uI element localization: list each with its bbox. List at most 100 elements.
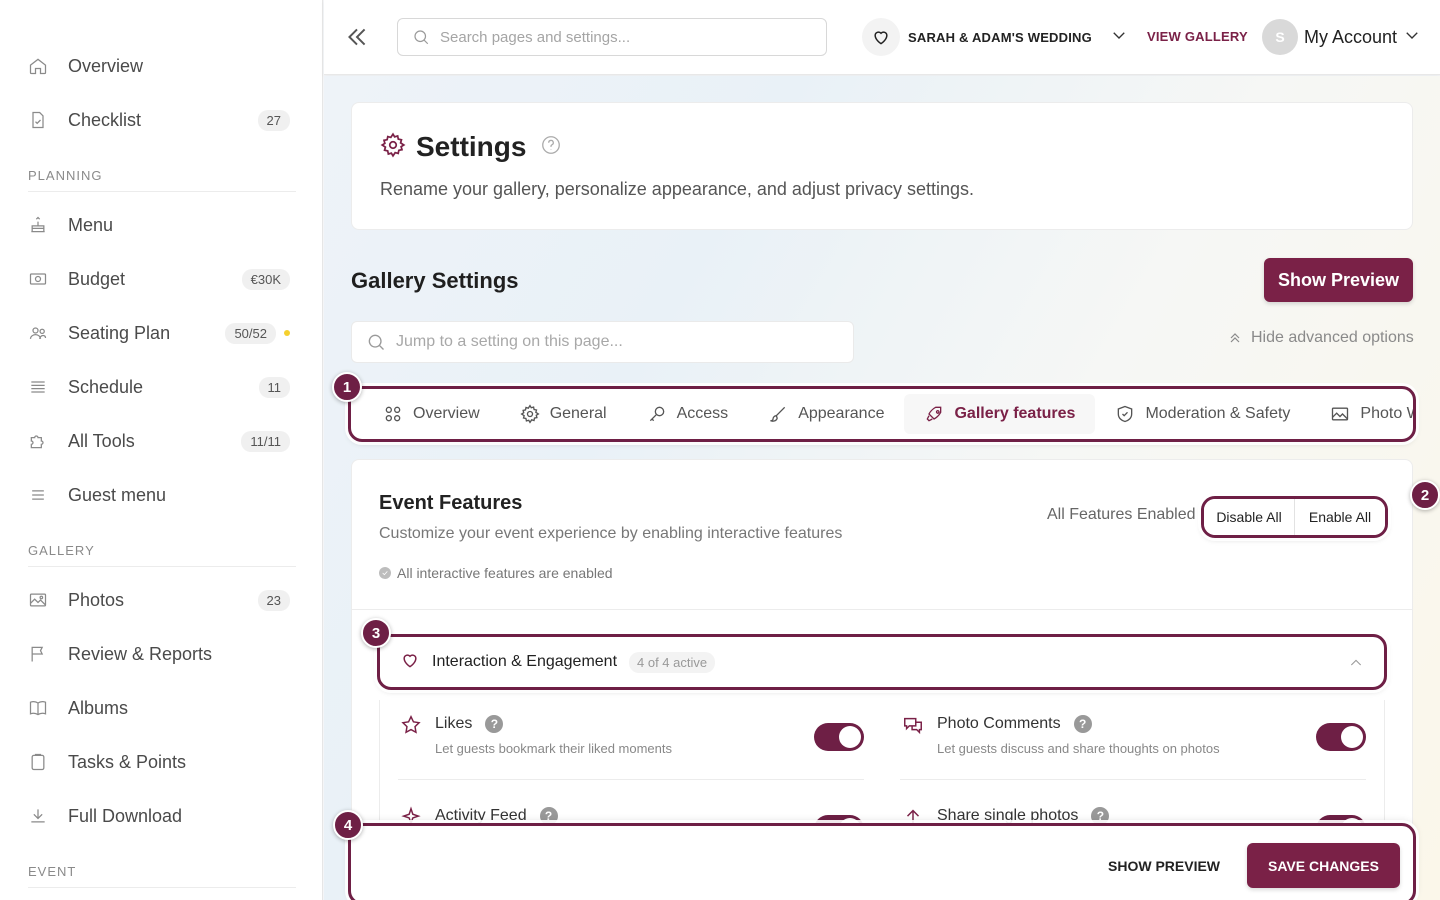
sidebar-item-tasks-points[interactable]: Tasks & Points	[28, 742, 290, 782]
count-badge: 23	[257, 589, 290, 611]
tab-gallery-features[interactable]: Gallery features	[904, 394, 1096, 434]
tab-label: Access	[676, 405, 729, 422]
image-icon	[28, 590, 60, 610]
home-icon	[28, 56, 60, 76]
step-marker-2: 2	[1410, 480, 1440, 510]
sidebar-item-label: All Tools	[68, 430, 135, 451]
tab-photo-wall[interactable]: Photo Wall	[1310, 394, 1413, 434]
sidebar-item-label: Review & Reports	[68, 643, 213, 664]
section-header-planning: PLANNING	[28, 168, 296, 192]
sidebar-item-all-tools[interactable]: All Tools 11/11	[28, 421, 290, 461]
heart-icon	[862, 18, 900, 56]
count-badge: 27	[257, 109, 290, 131]
feature-description: Let guests discuss and share thoughts on…	[937, 741, 1220, 756]
tab-moderation-safety[interactable]: Moderation & Safety	[1095, 394, 1310, 434]
sidebar-item-photos[interactable]: Photos 23	[28, 580, 290, 620]
event-switcher[interactable]: SARAH & ADAM'S WEDDING	[862, 17, 1128, 57]
sidebar-item-label: Menu	[68, 214, 114, 235]
sidebar-item-guest-menu[interactable]: Guest menu	[28, 475, 290, 515]
checklist-icon	[28, 110, 60, 130]
sidebar-item-label: Overview	[68, 55, 144, 76]
key-icon	[649, 406, 664, 422]
photo-comments-toggle[interactable]	[1316, 723, 1366, 751]
count-badge: €30K	[241, 268, 290, 290]
check-circle-icon	[379, 567, 391, 579]
step-marker-3: 3	[361, 618, 391, 648]
step-marker-4: 4	[333, 810, 363, 840]
hide-advanced-label: Hide advanced options	[1251, 329, 1414, 346]
clipboard-icon	[28, 752, 60, 772]
page-subtitle: Rename your gallery, personalize appeara…	[380, 179, 974, 199]
tab-label: Gallery features	[954, 405, 1076, 422]
sidebar: Overview Checklist 27 PLANNING Menu Budg…	[0, 0, 323, 900]
global-search[interactable]	[397, 18, 827, 56]
feature-description: Let guests bookmark their liked moments	[435, 741, 672, 756]
money-icon	[28, 269, 60, 289]
collapse-sidebar-icon[interactable]	[344, 24, 370, 50]
gallery-settings-title: Gallery Settings	[351, 268, 519, 293]
download-icon	[28, 806, 60, 826]
flag-icon	[28, 644, 60, 664]
avatar: S	[1262, 19, 1298, 55]
save-changes-button[interactable]: SAVE CHANGES	[1247, 843, 1400, 888]
account-label: My Account	[1304, 26, 1398, 47]
tab-appearance[interactable]: Appearance	[748, 394, 904, 434]
feature-photo-comments: Photo Comments? Let guests discuss and s…	[900, 700, 1366, 780]
tab-label: Moderation & Safety	[1145, 405, 1291, 422]
image-icon	[1332, 407, 1349, 421]
interaction-engagement-group[interactable]: Interaction & Engagement 4 of 4 active	[377, 634, 1387, 690]
tab-label: General	[549, 405, 607, 422]
global-search-input[interactable]	[440, 28, 800, 46]
enable-all-button[interactable]: Enable All	[1294, 499, 1385, 535]
search-icon	[368, 334, 384, 350]
help-icon[interactable]: ?	[1073, 715, 1092, 733]
people-icon	[28, 323, 60, 343]
show-preview-button[interactable]: Show Preview	[1264, 258, 1413, 302]
book-icon	[28, 698, 60, 718]
settings-tabs: Overview General Access Appearance Galle…	[348, 386, 1416, 442]
sidebar-item-label: Checklist	[68, 109, 142, 130]
sidebar-item-label: Guest menu	[68, 484, 167, 505]
show-preview-button-bottom[interactable]: SHOW PREVIEW	[1108, 858, 1220, 874]
feature-title: Photo Comments	[937, 715, 1061, 732]
sidebar-item-schedule[interactable]: Schedule 11	[28, 367, 290, 407]
sidebar-item-checklist[interactable]: Checklist 27	[28, 100, 290, 140]
sidebar-item-menu[interactable]: Menu	[28, 205, 290, 245]
chevron-down-icon	[1403, 26, 1421, 49]
sidebar-item-budget[interactable]: Budget €30K	[28, 259, 290, 299]
disable-all-button[interactable]: Disable All	[1204, 499, 1294, 535]
help-icon[interactable]: ?	[485, 715, 504, 733]
tab-overview[interactable]: Overview	[363, 394, 500, 434]
page-title: Settings	[416, 131, 527, 162]
event-name: SARAH & ADAM'S WEDDING	[908, 29, 1092, 45]
account-menu[interactable]: S My Account	[1262, 18, 1421, 56]
bulk-toggle-group: Disable All Enable All	[1201, 496, 1388, 538]
sidebar-item-albums[interactable]: Albums	[28, 688, 290, 728]
brush-icon	[770, 406, 786, 422]
sidebar-item-label: Full Download	[68, 805, 183, 826]
feature-likes: Likes? Let guests bookmark their liked m…	[398, 700, 864, 780]
sidebar-item-review-reports[interactable]: Review & Reports	[28, 634, 290, 674]
top-bar: SARAH & ADAM'S WEDDING VIEW GALLERY S My…	[324, 0, 1440, 75]
tab-access[interactable]: Access	[627, 394, 749, 434]
view-gallery-link[interactable]: VIEW GALLERY	[1147, 29, 1248, 44]
section-header-event: EVENT	[28, 864, 296, 888]
likes-toggle[interactable]	[814, 723, 864, 751]
gear-icon	[520, 404, 540, 424]
sidebar-item-label: Tasks & Points	[68, 751, 187, 772]
chevron-down-icon	[1110, 26, 1128, 49]
sidebar-item-seating-plan[interactable]: Seating Plan 50/52	[28, 313, 290, 353]
jump-search-input[interactable]	[396, 333, 836, 351]
help-icon[interactable]	[526, 134, 562, 161]
main-content: Settings Rename your gallery, personaliz…	[324, 76, 1440, 900]
sidebar-item-full-download[interactable]: Full Download	[28, 796, 290, 836]
sidebar-item-overview[interactable]: Overview	[28, 46, 290, 86]
features-status: All interactive features are enabled	[379, 565, 613, 581]
count-badge: 11/11	[241, 430, 290, 452]
menu-icon	[28, 485, 60, 505]
sidebar-item-label: Schedule	[68, 376, 144, 397]
tab-general[interactable]: General	[500, 394, 627, 434]
jump-search[interactable]	[351, 321, 854, 363]
hide-advanced-toggle[interactable]: Hide advanced options	[1227, 329, 1414, 347]
count-badge: 50/52	[225, 322, 276, 344]
